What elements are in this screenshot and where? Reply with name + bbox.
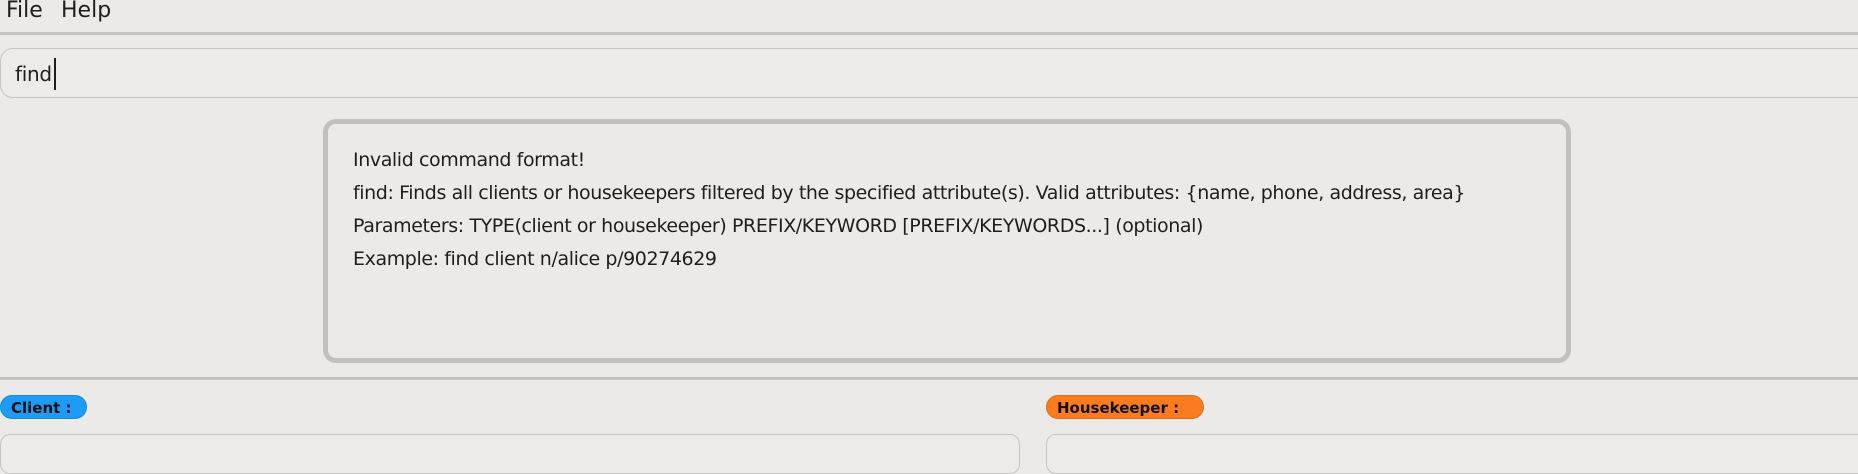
result-line-example: Example: find client n/alice p/90274629 [353,248,717,270]
result-line-description: find: Finds all clients or housekeepers … [353,182,1466,204]
result-line-error: Invalid command format! [353,149,585,171]
client-list-label: Client : [0,395,87,419]
result-message: Invalid command format! find: Finds all … [353,144,1465,276]
housekeeper-list-label: Housekeeper : [1046,395,1204,419]
menu-help[interactable]: Help [61,0,111,24]
menu-bar: File Help [0,0,1858,32]
text-caret [54,58,56,90]
result-display: Invalid command format! find: Finds all … [323,119,1571,363]
housekeeper-list-panel[interactable] [1046,434,1858,474]
panel-divider [0,377,1858,380]
menu-divider [0,32,1858,35]
command-input-text: find [15,62,52,86]
result-line-parameters: Parameters: TYPE(client or housekeeper) … [353,215,1204,237]
menu-file[interactable]: File [6,0,43,24]
client-list-panel[interactable] [0,434,1020,474]
command-input[interactable]: find [0,48,1858,98]
